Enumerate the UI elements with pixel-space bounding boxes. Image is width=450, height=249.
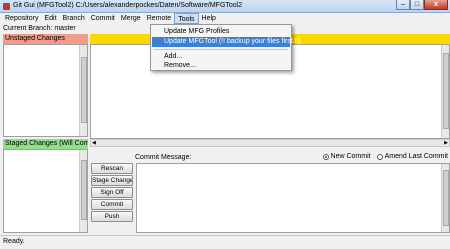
tools-dropdown-menu: Update MFG Profiles Update MFGTool (!! b… [150, 24, 301, 71]
diff-horizontal-scrollbar[interactable]: ◀ ▶ [90, 139, 450, 147]
commit-button[interactable]: Commit [91, 199, 133, 210]
status-bar: Ready. [0, 235, 450, 249]
scroll-left-arrow-icon[interactable]: ◀ [92, 140, 96, 146]
staged-list-scrollbar[interactable] [79, 150, 87, 232]
file-lists-pane: Current Branch: master Unstaged Changes … [0, 24, 88, 233]
staged-scroll-thumb[interactable] [81, 160, 87, 220]
push-button[interactable]: Push [91, 211, 133, 222]
action-buttons: Rescan Stage Changed Sign Off Commit Pus… [91, 163, 133, 223]
menu-edit[interactable]: Edit [41, 13, 59, 24]
menu-separator [154, 49, 288, 50]
close-button[interactable]: x [424, 0, 448, 10]
diff-vertical-scrollbar[interactable] [441, 45, 449, 138]
commit-message-label: Commit Message: [135, 154, 192, 161]
menu-item-remove[interactable]: Remove... [152, 61, 290, 71]
new-commit-label: New Commit [330, 153, 371, 160]
menu-merge[interactable]: Merge [118, 13, 144, 24]
menu-item-update-mfgtool[interactable]: Update MFGTool (!! backup your files fir… [152, 37, 301, 47]
staged-files-list[interactable] [3, 149, 88, 233]
unstaged-list-scrollbar[interactable] [79, 45, 87, 136]
menu-item-update-mfg-profiles[interactable]: Update MFG Profiles [152, 27, 290, 37]
new-commit-radio[interactable]: New Commit [322, 153, 371, 160]
menu-tools[interactable]: Tools [174, 13, 199, 24]
diff-vscroll-thumb[interactable] [443, 53, 449, 129]
unstaged-changes-header: Unstaged Changes [3, 34, 88, 44]
rescan-button[interactable]: Rescan [91, 163, 133, 174]
window-title: Git Gui (MFGTool2) C:/Users/alexanderpoc… [13, 2, 243, 9]
menu-repository[interactable]: Repository [2, 13, 41, 24]
commit-scroll-thumb[interactable] [443, 170, 449, 226]
scroll-right-arrow-icon[interactable]: ▶ [444, 140, 448, 146]
git-gui-app-icon [3, 3, 10, 10]
radio-checked-icon [322, 153, 329, 160]
window-titlebar: Git Gui (MFGTool2) C:/Users/alexanderpoc… [0, 0, 450, 13]
amend-commit-label: Amend Last Commit [384, 153, 448, 160]
commit-mode-radios: New Commit Amend Last Commit [322, 153, 448, 160]
menu-remote[interactable]: Remote [144, 13, 175, 24]
maximize-button[interactable]: □ [410, 0, 424, 10]
minimize-button[interactable]: – [396, 0, 410, 10]
radio-unchecked-icon [376, 153, 383, 160]
unstaged-scroll-thumb[interactable] [81, 57, 87, 123]
commit-message-scrollbar[interactable] [441, 164, 449, 232]
unstaged-files-list[interactable] [3, 44, 88, 137]
menu-branch[interactable]: Branch [60, 13, 88, 24]
amend-commit-radio[interactable]: Amend Last Commit [376, 153, 448, 160]
menu-bar: Repository Edit Branch Commit Merge Remo… [0, 13, 450, 24]
commit-message-input[interactable] [136, 163, 450, 233]
menu-help[interactable]: Help [199, 13, 219, 24]
window-controls: – □ x [396, 0, 448, 11]
current-branch-label: Current Branch: master [3, 25, 76, 32]
menu-commit[interactable]: Commit [88, 13, 118, 24]
stage-changed-button[interactable]: Stage Changed [91, 175, 133, 186]
sign-off-button[interactable]: Sign Off [91, 187, 133, 198]
staged-changes-header: Staged Changes (Will Commit) [3, 139, 88, 149]
